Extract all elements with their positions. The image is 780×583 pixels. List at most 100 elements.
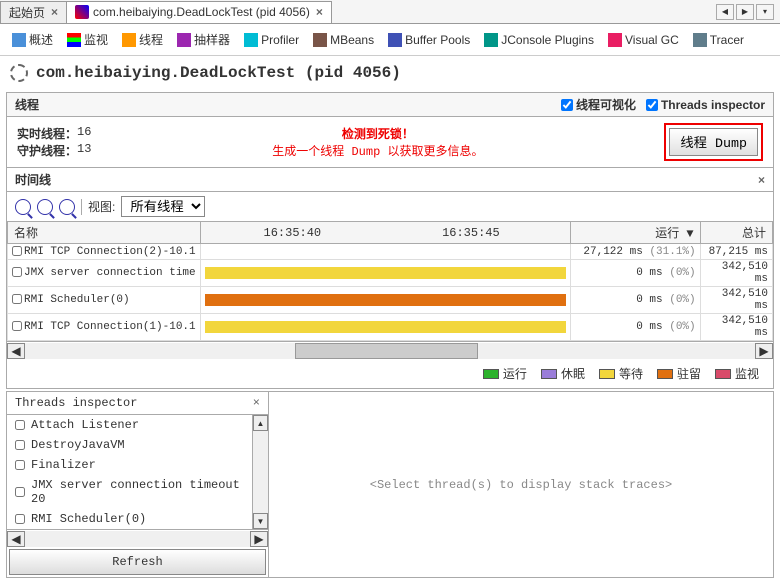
v-scrollbar[interactable]: ▲ ▼ [252,415,268,529]
run-value: 0 ms [636,294,662,306]
scroll-right-button[interactable]: ▶ [755,343,773,359]
run-pct: (0%) [669,267,695,279]
tab-active[interactable]: com.heibaiying.DeadLockTest (pid 4056) × [66,1,332,23]
col-name[interactable]: 名称 [8,222,201,244]
inspector-list: Attach ListenerDestroyJavaVM Finalizer JMX… [7,415,252,529]
table-row[interactable]: RMI Scheduler(0)0 ms (0%)342,510 ms [8,287,773,314]
tool-mbeans[interactable]: MBeans [307,30,380,50]
threads-panel-title: 线程 [15,96,39,113]
row-checkbox[interactable] [12,321,22,331]
inspector-h-scrollbar[interactable]: ◀ ▶ [7,529,268,547]
tool-threads-label: 线程 [139,31,163,48]
legend-monitor-swatch [715,369,731,379]
chk-inspector[interactable] [646,99,658,111]
close-icon[interactable]: × [758,173,765,187]
chk-inspector-wrap[interactable]: Threads inspector [646,98,765,112]
scroll-left-button[interactable]: ◀ [7,343,25,359]
tool-visualgc[interactable]: Visual GC [602,30,685,50]
row-checkbox[interactable] [15,487,25,497]
list-item[interactable]: Attach Listener [7,415,252,435]
total-value: 342,510 ms [700,314,772,341]
tool-overview[interactable]: 概述 [6,28,59,51]
list-item[interactable]: RMI Scheduler(0) [7,509,252,529]
zoom-fit-icon[interactable] [59,199,75,215]
live-value: 16 [77,125,91,142]
col-run[interactable]: 运行 ▼ [570,222,700,244]
tool-profiler[interactable]: Profiler [238,30,305,50]
tool-jconsole[interactable]: JConsole Plugins [478,30,600,50]
col-timeline: 16:35:40 16:35:45 [200,222,570,244]
thread-dump-button[interactable]: 线程 Dump [669,128,758,156]
tool-threads[interactable]: 线程 [116,28,169,51]
scroll-track[interactable] [25,531,250,547]
row-checkbox[interactable] [15,420,25,430]
scroll-up-button[interactable]: ▲ [253,415,268,431]
close-icon[interactable]: × [316,5,323,19]
table-row[interactable]: JMX server connection time0 ms (0%)342,5… [8,260,773,287]
total-value: 342,510 ms [700,287,772,314]
tool-buffer[interactable]: Buffer Pools [382,30,476,50]
chk-visual-label: 线程可视化 [576,96,636,113]
alert-msg: 生成一个线程 Dump 以获取更多信息。 [91,142,664,159]
inspector-left: Threads inspector × Attach ListenerDestr… [7,392,269,577]
view-select[interactable]: 所有线程 [121,196,205,217]
row-name: RMI TCP Connection(2)-10.1 [24,246,196,258]
item-label: Finalizer [31,458,96,472]
nav-prev-button[interactable]: ◀ [716,4,734,20]
scroll-track[interactable] [25,343,755,359]
tab-start[interactable]: 起始页 × [0,1,67,23]
monitor-icon [67,33,81,47]
view-label: 视图: [88,198,115,215]
thread-bar [205,267,566,279]
scroll-thumb[interactable] [295,343,478,359]
h-scrollbar[interactable]: ◀ ▶ [7,341,773,359]
row-checkbox[interactable] [15,514,25,524]
row-checkbox[interactable] [12,267,22,277]
scroll-right-button[interactable]: ▶ [250,531,268,547]
nav-next-button[interactable]: ▶ [736,4,754,20]
legend-run-label: 运行 [503,365,527,382]
list-item[interactable]: Finalizer [7,455,252,475]
chk-visual[interactable] [561,99,573,111]
tool-buffer-label: Buffer Pools [405,33,470,47]
time-tick-2: 16:35:45 [385,226,556,240]
inspector-title: Threads inspector [15,396,137,410]
zoom-in-icon[interactable] [15,199,31,215]
list-item[interactable]: JMX server connection timeout 20 [7,475,252,509]
row-checkbox[interactable] [12,246,22,256]
row-name: RMI TCP Connection(1)-10.1 [24,321,196,333]
tool-sampler[interactable]: 抽样器 [171,28,236,51]
row-checkbox[interactable] [15,440,25,450]
item-label: RMI Scheduler(0) [31,512,146,526]
row-checkbox[interactable] [15,460,25,470]
close-icon[interactable]: × [51,5,58,19]
heading-row: com.heibaiying.DeadLockTest (pid 4056) [0,56,780,90]
table-row[interactable]: RMI TCP Connection(1)-10.10 ms (0%)342,5… [8,314,773,341]
mbeans-icon [313,33,327,47]
legend-monitor-label: 监视 [735,365,759,382]
threads-panel: 线程 线程可视化 Threads inspector 实时线程：16 守护线程：… [6,92,774,389]
tool-sampler-label: 抽样器 [194,31,230,48]
time-tick-1: 16:35:40 [207,226,378,240]
run-pct: (0%) [669,294,695,306]
stats-row: 实时线程：16 守护线程：13 检测到死锁！ 生成一个线程 Dump 以获取更多… [7,117,773,167]
col-total[interactable]: 总计 [700,222,772,244]
run-pct: (0%) [669,321,695,333]
refresh-button[interactable]: Refresh [9,549,266,575]
jconsole-icon [484,33,498,47]
profiler-icon [244,33,258,47]
close-icon[interactable]: × [253,396,260,410]
scroll-down-button[interactable]: ▼ [253,513,268,529]
tool-monitor[interactable]: 监视 [61,28,114,51]
row-checkbox[interactable] [12,294,22,304]
tool-tracer[interactable]: Tracer [687,30,750,50]
scroll-left-button[interactable]: ◀ [7,531,25,547]
zoom-out-icon[interactable] [37,199,53,215]
list-item[interactable]: DestroyJavaVM [7,435,252,455]
java-icon [75,5,89,19]
timeline-title: 时间线 [15,171,51,188]
chk-visual-wrap[interactable]: 线程可视化 [561,96,636,113]
table-row[interactable]: RMI TCP Connection(2)-10.127,122 ms (31.… [8,244,773,260]
stats-left: 实时线程：16 守护线程：13 [17,125,91,159]
nav-list-button[interactable]: ▾ [756,4,774,20]
